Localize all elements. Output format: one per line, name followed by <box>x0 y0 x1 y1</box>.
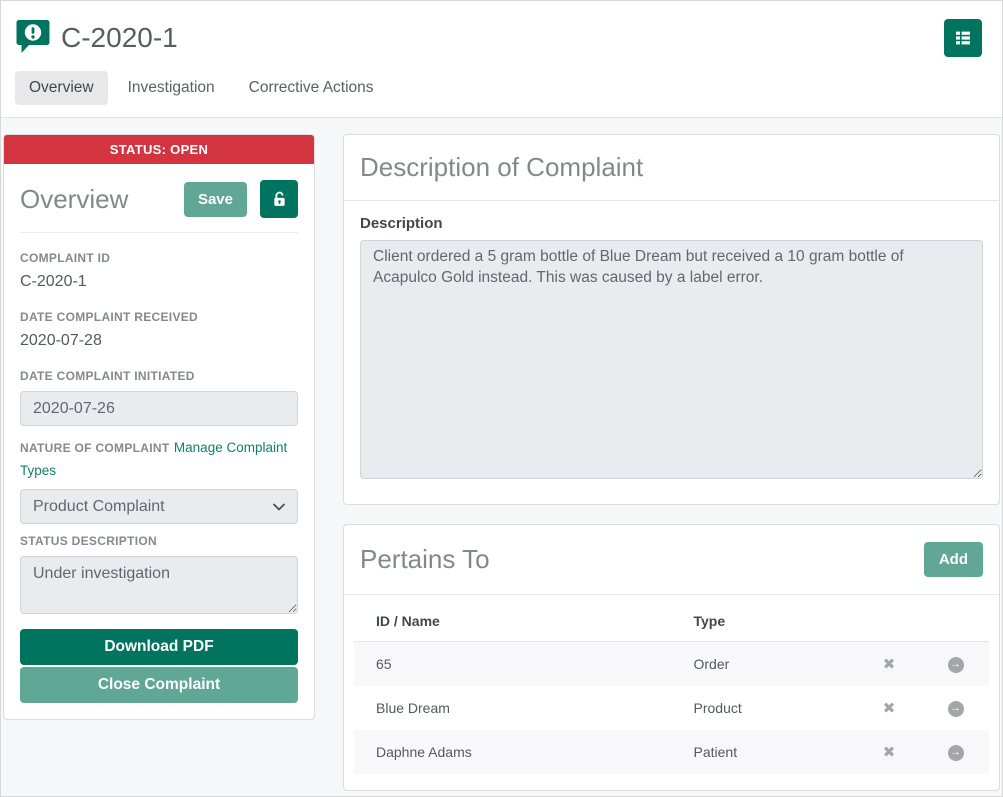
status-banner: STATUS: OPEN <box>4 135 314 164</box>
record-list-button[interactable] <box>944 19 982 57</box>
pertains-table-body: 65 Order ✖ → Blue Dream Product ✖ → Daph… <box>354 642 989 775</box>
save-button[interactable]: Save <box>184 182 247 217</box>
pertains-card-title: Pertains To <box>360 544 490 575</box>
description-card-title: Description of Complaint <box>360 152 643 183</box>
nature-selected-value: Product Complaint <box>33 498 165 516</box>
date-received-value: 2020-07-28 <box>20 332 298 350</box>
pertains-table: ID / Name Type 65 Order ✖ → Blue Dream P… <box>354 599 989 774</box>
table-row: 65 Order ✖ → <box>354 642 989 687</box>
table-row: Daphne Adams Patient ✖ → <box>354 730 989 774</box>
chevron-down-icon <box>273 503 285 511</box>
description-of-complaint-card: Description of Complaint Description Cli… <box>343 134 1000 505</box>
tab-corrective-actions[interactable]: Corrective Actions <box>235 71 388 105</box>
description-field-label: Description <box>360 215 983 232</box>
download-pdf-button[interactable]: Download PDF <box>20 629 298 665</box>
col-type: Type <box>672 599 856 642</box>
description-textarea[interactable]: Client ordered a 5 gram bottle of Blue D… <box>360 240 983 479</box>
table-header-row: ID / Name Type <box>354 599 989 642</box>
table-row: Blue Dream Product ✖ → <box>354 686 989 730</box>
pertains-to-card: Pertains To Add ID / Name Type <box>343 524 1000 791</box>
comment-exclamation-icon <box>15 17 51 59</box>
sidebar-heading: Overview <box>20 184 184 215</box>
page-title: C-2020-1 <box>61 22 178 54</box>
status-description-textarea[interactable]: Under investigation <box>20 556 298 614</box>
divider <box>20 232 298 233</box>
arrow-circle-right-icon[interactable]: → <box>948 657 964 673</box>
arrow-circle-right-icon[interactable]: → <box>948 745 964 761</box>
row-type: Order <box>672 642 856 687</box>
tab-bar: Overview Investigation Corrective Action… <box>15 71 982 105</box>
complaint-id-label: COMPLAINT ID <box>20 251 298 265</box>
nature-of-complaint-select[interactable]: Product Complaint <box>20 489 298 524</box>
date-initiated-label: DATE COMPLAINT INITIATED <box>20 369 298 383</box>
date-initiated-input[interactable] <box>20 391 298 426</box>
col-id-name: ID / Name <box>354 599 672 642</box>
complaint-id-value: C-2020-1 <box>20 273 298 291</box>
page-header: C-2020-1 Overview Investigation Correcti… <box>1 1 1002 118</box>
arrow-circle-right-icon[interactable]: → <box>948 701 964 717</box>
lock-button[interactable] <box>260 180 298 218</box>
date-received-label: DATE COMPLAINT RECEIVED <box>20 310 298 324</box>
remove-icon[interactable]: ✖ <box>883 700 896 717</box>
add-button[interactable]: Add <box>924 542 983 577</box>
remove-icon[interactable]: ✖ <box>883 744 896 761</box>
unlock-icon <box>270 190 289 209</box>
row-id-name: 65 <box>354 642 672 687</box>
row-id-name: Blue Dream <box>354 686 672 730</box>
row-type: Patient <box>672 730 856 774</box>
nature-of-complaint-label: NATURE OF COMPLAINT <box>20 441 169 455</box>
tab-investigation[interactable]: Investigation <box>114 71 229 105</box>
row-id-name: Daphne Adams <box>354 730 672 774</box>
close-complaint-button[interactable]: Close Complaint <box>20 667 298 703</box>
row-type: Product <box>672 686 856 730</box>
overview-sidebar-card: STATUS: OPEN Overview Save <box>3 134 315 720</box>
th-list-icon <box>953 28 973 48</box>
status-description-label: STATUS DESCRIPTION <box>20 534 298 548</box>
complaint-page: C-2020-1 Overview Investigation Correcti… <box>0 0 1003 797</box>
remove-icon[interactable]: ✖ <box>883 656 896 673</box>
tab-overview[interactable]: Overview <box>15 71 108 105</box>
